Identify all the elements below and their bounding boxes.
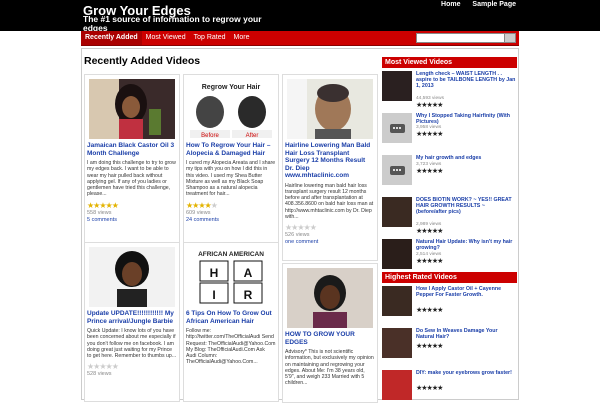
home-link[interactable]: Home — [441, 1, 460, 8]
thumb-text: AFRICAN AMERICAN — [198, 251, 264, 258]
sidebar-video-item[interactable]: DOES BIOTIN WORK? ~ YES!! GREAT HAIR GRO… — [382, 196, 517, 238]
video-title[interactable]: How To Regrow Your Hair – Alopecia & Dam… — [186, 142, 276, 157]
man-head-image — [287, 79, 373, 139]
woman-portrait-image — [89, 247, 175, 307]
video-thumbnail[interactable] — [382, 370, 412, 400]
video-thumbnail[interactable] — [382, 155, 412, 185]
sidebar-video-item[interactable]: DIY: make your eyebrows grow faster! ★★★… — [382, 369, 517, 411]
view-count: 526 views — [285, 232, 310, 239]
video-thumbnail[interactable] — [287, 268, 373, 328]
placeholder-video-icon — [389, 165, 405, 175]
nav-recently-added[interactable]: Recently Added — [81, 31, 142, 45]
before-after-image: Regrow Your Hair Before After — [188, 79, 274, 139]
sidebar-video-item[interactable]: How I Apply Castor Oil + Cayenne Pepper … — [382, 285, 517, 327]
sidebar-video-title[interactable]: How I Apply Castor Oil + Cayenne Pepper … — [416, 286, 516, 298]
view-count: 609 views — [186, 209, 211, 216]
woman-portrait-image — [89, 79, 175, 139]
video-thumbnail[interactable]: AFRICAN AMERICAN H A I R — [188, 247, 274, 307]
star-rating[interactable]: ★★★★★ — [416, 257, 443, 265]
video-thumbnail[interactable] — [287, 79, 373, 139]
african-american-hair-graphic: AFRICAN AMERICAN H A I R — [188, 247, 274, 307]
video-thumbnail[interactable] — [382, 71, 412, 101]
top-links: Home Sample Page — [431, 1, 516, 8]
star-rating[interactable]: ★★★★★ — [87, 362, 177, 371]
star-rating[interactable]: ★★★★★ — [416, 227, 443, 235]
sample-page-link[interactable]: Sample Page — [472, 1, 516, 8]
comment-count[interactable]: 5 comments — [87, 217, 177, 224]
letter-h: H — [210, 266, 219, 280]
letter-a: A — [244, 266, 253, 280]
video-description: I cured my Alopecia Areata and I share m… — [186, 160, 276, 198]
video-title[interactable]: HOW TO GROW YOUR EDGES — [285, 331, 375, 346]
sidebar-video-item[interactable]: Do Sew In Weaves Damage Your Natural Hai… — [382, 327, 517, 369]
video-description: Hairline lowering man bald hair loss tra… — [285, 182, 374, 220]
video-card: Update UPDATE!!!!!!!!!!!! My Prince arri… — [84, 242, 180, 402]
nav-top-rated[interactable]: Top Rated — [190, 31, 230, 45]
comment-count[interactable]: 24 comments — [186, 217, 276, 224]
woman-portrait-image — [287, 268, 373, 328]
nav-more[interactable]: More — [230, 31, 254, 45]
star-rating[interactable]: ★★★★★ — [416, 101, 443, 109]
video-description: Quick Update: I know lots of you have be… — [87, 328, 177, 360]
nav-most-viewed[interactable]: Most Viewed — [142, 31, 190, 45]
video-thumbnail[interactable] — [89, 79, 175, 139]
sidebar: Most Viewed Videos Length check – WAIST … — [382, 57, 517, 411]
view-count: 528 views — [87, 371, 112, 378]
most-viewed-heading: Most Viewed Videos — [382, 57, 517, 68]
video-description: I am doing this challenge to try to grow… — [87, 160, 176, 198]
site-header: Grow Your Edges The #1 source of informa… — [0, 0, 600, 33]
star-rating[interactable]: ★★★★★ — [186, 201, 276, 210]
star-rating[interactable]: ★★★★★ — [87, 201, 177, 210]
sidebar-video-title[interactable]: Length check – WAIST LENGTH . . aspire t… — [416, 71, 516, 89]
sidebar-video-title[interactable]: Why I Stopped Taking Hairfinity (With Pi… — [416, 113, 516, 125]
thumb-text: Regrow Your Hair — [202, 84, 261, 91]
video-thumbnail[interactable] — [382, 286, 412, 316]
video-thumbnail[interactable] — [382, 328, 412, 358]
sidebar-video-title[interactable]: DIY: make your eyebrows grow faster! — [416, 370, 516, 376]
sidebar-video-title[interactable]: Do Sew In Weaves Damage Your Natural Hai… — [416, 328, 516, 340]
letter-i: I — [212, 288, 215, 302]
star-rating[interactable]: ★★★★★ — [416, 384, 443, 392]
sidebar-video-item[interactable]: My hair growth and edges 3,723 views ★★★… — [382, 154, 517, 196]
star-rating[interactable]: ★★★★★ — [416, 342, 443, 350]
star-rating[interactable]: ★★★★★ — [416, 306, 443, 314]
video-thumbnail[interactable] — [382, 197, 412, 227]
sidebar-video-title[interactable]: My hair growth and edges — [416, 155, 516, 161]
video-description: Advisory* This is not scientific informa… — [285, 349, 374, 387]
placeholder-video-icon — [389, 123, 405, 133]
video-card: Regrow Your Hair Before After How To Reg… — [183, 74, 279, 261]
video-thumbnail[interactable]: Regrow Your Hair Before After — [188, 79, 274, 139]
star-rating[interactable]: ★★★★★ — [416, 130, 443, 138]
video-thumbnail[interactable] — [89, 247, 175, 307]
video-card: AFRICAN AMERICAN H A I R 6 Tips On How T… — [183, 242, 279, 402]
video-title[interactable]: Update UPDATE!!!!!!!!!!!! My Prince arri… — [87, 310, 177, 325]
sidebar-video-title[interactable]: DOES BIOTIN WORK? ~ YES!! GREAT HAIR GRO… — [416, 197, 516, 215]
sidebar-video-item[interactable]: Length check – WAIST LENGTH . . aspire t… — [382, 70, 517, 112]
video-description: Follow me: http://twitter.com/TheOfficia… — [186, 328, 276, 366]
video-title[interactable]: 6 Tips On How To Grow Out African Americ… — [186, 310, 276, 325]
star-rating[interactable]: ★★★★★ — [416, 167, 443, 175]
video-thumbnail[interactable] — [382, 113, 412, 143]
main-nav: Recently Added Most Viewed Top Rated Mor… — [81, 31, 519, 46]
sidebar-video-item[interactable]: Why I Stopped Taking Hairfinity (With Pi… — [382, 112, 517, 154]
letter-r: R — [244, 288, 253, 302]
sidebar-video-title[interactable]: Natural Hair Update: Why isn't my hair g… — [416, 239, 516, 251]
page-title: Recently Added Videos — [84, 55, 201, 67]
comment-count[interactable]: one comment — [285, 239, 375, 246]
video-title[interactable]: Jamaican Black Castor Oil 3 Month Challe… — [87, 142, 177, 157]
highest-rated-heading: Highest Rated Videos — [382, 272, 517, 283]
search-input[interactable] — [416, 33, 516, 43]
view-count: 558 views — [87, 209, 112, 216]
after-label: After — [246, 133, 259, 139]
video-thumbnail[interactable] — [382, 239, 412, 269]
video-card: HOW TO GROW YOUR EDGES Advisory* This is… — [282, 263, 378, 403]
video-title[interactable]: Hairline Lowering Man Bald Hair Loss Tra… — [285, 142, 375, 180]
before-label: Before — [201, 133, 219, 139]
search-button[interactable] — [504, 34, 515, 42]
video-card: Jamaican Black Castor Oil 3 Month Challe… — [84, 74, 180, 261]
star-rating[interactable]: ★★★★★ — [285, 223, 375, 232]
video-card: Hairline Lowering Man Bald Hair Loss Tra… — [282, 74, 378, 261]
sidebar-video-item[interactable]: Natural Hair Update: Why isn't my hair g… — [382, 238, 517, 272]
